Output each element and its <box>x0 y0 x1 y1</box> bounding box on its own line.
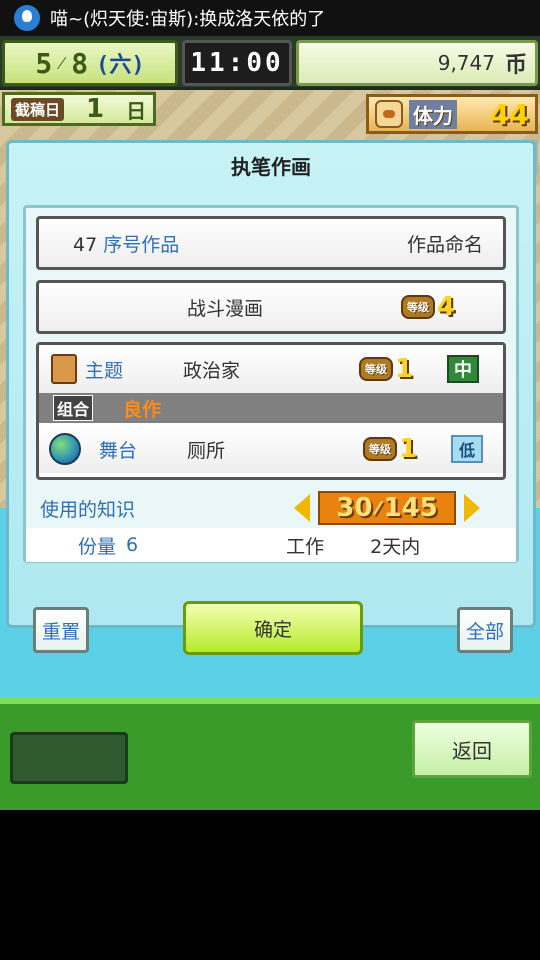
notification-bar: 喵~(炽天使:宙斯):换成洛天依的了 <box>0 0 540 36</box>
work-number-group: 47 序号作品 <box>73 230 179 257</box>
theme-level-value: 1 <box>395 354 414 384</box>
money-value: 9,747 <box>437 51 495 75</box>
stamina-display: 体力 44 <box>366 94 538 134</box>
back-button[interactable]: 返回 <box>412 720 532 778</box>
combo-block: 主题 政治家 等级 1 中 组合 良作 舞台 厕所 等级 1 低 <box>36 342 506 480</box>
stage-key: 舞台 <box>99 439 138 462</box>
knowledge-amount: 30 ⁄ 145 <box>318 491 456 525</box>
globe-icon <box>49 433 81 465</box>
select-all-button[interactable]: 全部 <box>457 607 513 653</box>
level-tag: 等级 <box>401 295 435 319</box>
game-screen: 5 ⁄ 8 (六) 11:00 9,747 币 截稿日 1 日 体力 44 知识… <box>0 36 540 810</box>
theme-value: 政治家 <box>183 359 241 382</box>
genre-value: 战斗漫画 <box>187 297 264 320</box>
combo-result: 良作 <box>123 398 162 421</box>
theme-rating-badge: 中 <box>447 355 479 383</box>
notification-text: 喵~(炽天使:宙斯):换成洛天依的了 <box>50 9 326 30</box>
stamina-value: 44 <box>490 97 529 131</box>
genre-level-value: 4 <box>437 292 456 322</box>
confirm-button[interactable]: 确定 <box>183 601 363 655</box>
stage-level: 等级 1 <box>363 434 451 464</box>
work-label: 工作 <box>286 535 325 558</box>
knowledge-label: 使用的知识 <box>40 498 136 521</box>
level-tag: 等级 <box>363 437 397 461</box>
knowledge-separator: ⁄ <box>376 497 380 519</box>
theme-row[interactable]: 主题 政治家 等级 1 中 <box>39 345 503 393</box>
date-weekday: (六) <box>96 53 145 78</box>
dialog-title: 执笔作画 <box>231 155 311 179</box>
money-display: 9,747 币 <box>296 40 538 86</box>
top-status-bar: 5 ⁄ 8 (六) 11:00 9,747 币 <box>0 36 540 90</box>
work-name-row[interactable]: 47 序号作品 作品命名 <box>36 216 506 270</box>
stage-level-value: 1 <box>399 434 418 464</box>
clock-display: 11:00 <box>182 40 292 86</box>
work-number-label: 序号作品 <box>103 233 180 256</box>
volume-value: 6 <box>126 534 139 556</box>
draw-dialog: 执笔作画 47 序号作品 作品命名 战斗漫画 等级 4 主题 政治家 等级 1 … <box>6 140 536 655</box>
deadline-unit: 日 <box>126 98 147 123</box>
stamina-icon <box>375 100 403 128</box>
work-number: 47 <box>73 233 98 256</box>
knowledge-used: 30 <box>336 493 373 523</box>
combo-result-row: 组合 良作 <box>39 393 503 423</box>
theme-level: 等级 1 <box>359 354 447 384</box>
genre-row[interactable]: 战斗漫画 等级 4 <box>36 280 506 334</box>
date-separator: ⁄ <box>60 52 64 74</box>
deadline-label: 截稿日 <box>11 97 65 121</box>
arrow-left-icon[interactable] <box>294 494 310 522</box>
level-tag: 等级 <box>359 357 393 381</box>
date-week: 8 <box>71 46 89 80</box>
volume-label: 份量 <box>78 535 117 558</box>
coin-icon: 币 <box>504 53 527 78</box>
bottom-bar: 返回 <box>0 698 540 810</box>
qq-icon <box>14 5 40 31</box>
stage-rating-badge: 低 <box>451 435 483 463</box>
date-month: 5 <box>35 46 53 80</box>
deadline-counter: 截稿日 1 日 <box>2 92 156 126</box>
work-duration: 2天内 <box>370 535 421 558</box>
theme-key: 主题 <box>85 359 124 382</box>
work-info-row: 份量 6 工作 2天内 <box>26 528 516 562</box>
knowledge-total: 145 <box>383 493 438 523</box>
empty-slot <box>10 732 128 784</box>
stage-row[interactable]: 舞台 厕所 等级 1 低 <box>39 425 503 473</box>
arrow-right-icon[interactable] <box>464 494 480 522</box>
deadline-value: 1 <box>86 94 105 124</box>
combo-label: 组合 <box>53 395 94 421</box>
stage-value: 厕所 <box>187 439 226 462</box>
stamina-label: 体力 <box>409 99 457 129</box>
genre-level: 等级 4 <box>401 292 455 322</box>
date-display: 5 ⁄ 8 (六) <box>2 40 178 86</box>
knowledge-row: 使用的知识 30 ⁄ 145 <box>36 488 506 528</box>
reset-button[interactable]: 重置 <box>33 607 89 653</box>
dialog-inner-panel: 47 序号作品 作品命名 战斗漫画 等级 4 主题 政治家 等级 1 中 组合 … <box>23 205 519 563</box>
book-icon <box>51 354 77 384</box>
name-work-button[interactable]: 作品命名 <box>407 230 483 257</box>
